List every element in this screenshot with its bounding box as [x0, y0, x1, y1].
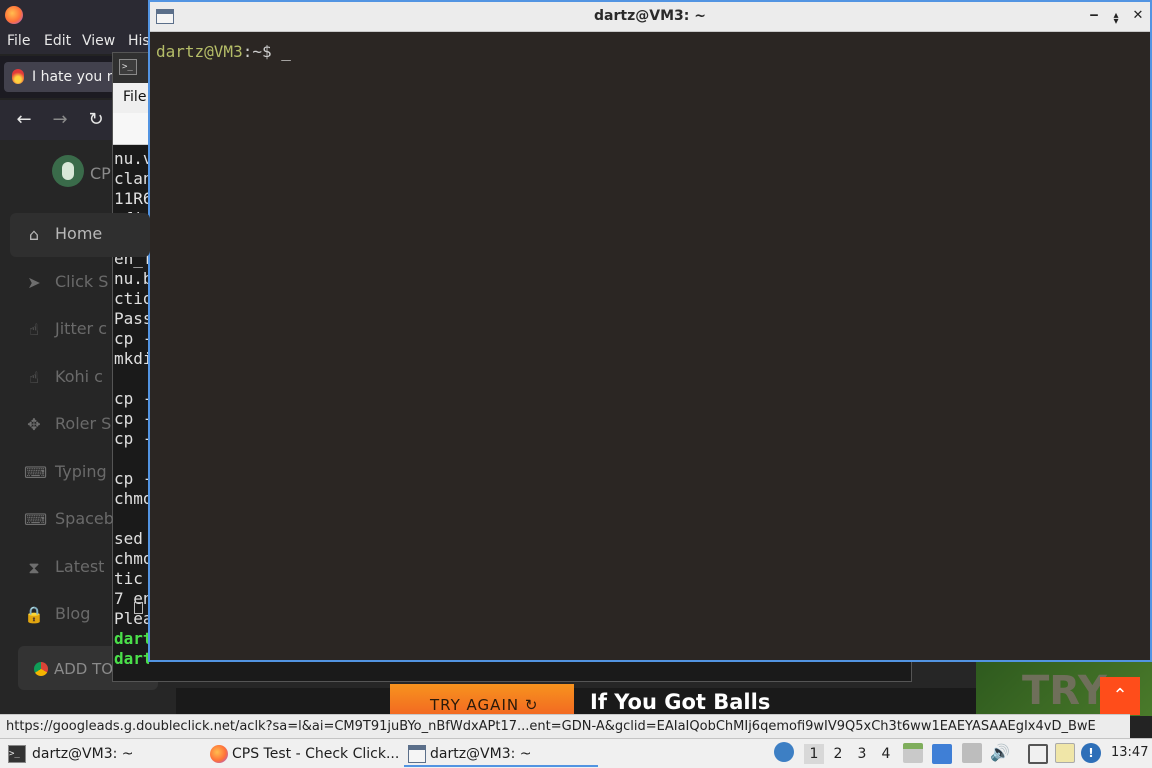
sidebar-item-label: Spaceb — [55, 509, 114, 528]
sidebar-item[interactable]: ⌨ Spaceb — [10, 498, 150, 542]
clock[interactable]: 13:47 — [1111, 745, 1148, 760]
ad-headline[interactable]: If You Got Balls — [590, 690, 770, 714]
sidebar-item[interactable]: ✥ Roler S — [10, 403, 150, 447]
clipboard-icon[interactable] — [1055, 743, 1075, 763]
site-name[interactable]: CP — [90, 164, 111, 183]
back-button[interactable]: ← — [12, 108, 36, 132]
hourglass-icon: ⧗ — [28, 557, 40, 577]
sidebar-item-label: Latest — [55, 556, 105, 576]
workspace-2[interactable]: 2 — [828, 744, 848, 764]
taskbar-item-firefox[interactable]: CPS Test - Check Click... — [206, 741, 400, 767]
minimize-icon[interactable]: ‒ — [1086, 8, 1102, 24]
ad-image-text: TRY — [1022, 668, 1107, 714]
reload-button[interactable]: ↻ — [84, 108, 108, 132]
sidebar-item-label: Kohi c — [55, 366, 103, 386]
sidebar-item-label: Click S — [55, 271, 109, 291]
sidebar-item[interactable]: ⧗ Latest — [10, 546, 150, 590]
try-again-label: TRY AGAIN ↻ — [430, 696, 539, 714]
chrome-icon — [34, 662, 48, 676]
prompt-user-host: dartz@VM3 — [156, 42, 243, 61]
add-to-chrome-label: ADD TO — [54, 660, 114, 678]
keyboard-icon: ⌨ — [24, 510, 48, 529]
scroll-to-top-button[interactable]: ⌃ — [1100, 677, 1140, 715]
sidebar-item[interactable]: ⌂ Home — [10, 213, 150, 257]
removable-drive-icon[interactable] — [962, 743, 982, 763]
network-icon[interactable] — [1028, 744, 1048, 764]
close-icon[interactable]: ✕ — [1130, 8, 1146, 24]
home-icon: ⌂ — [28, 225, 40, 244]
sidebar-item[interactable]: ➤ Click S — [10, 261, 150, 305]
menu-edit[interactable]: Edit — [44, 33, 71, 49]
update-notification-icon[interactable]: ! — [1081, 743, 1101, 763]
sidebar-item-label: Jitter c — [55, 319, 108, 338]
menu-file[interactable]: File — [7, 33, 30, 49]
workspace-1[interactable]: 1 — [804, 744, 824, 764]
hand-icon: ☝ — [29, 320, 39, 339]
terminal-line: clan — [114, 169, 150, 188]
terminal-body[interactable] — [150, 33, 1150, 660]
taskbar-item-label: dartz@VM3: ~ — [430, 746, 532, 762]
prompt-cursor: _ — [281, 42, 291, 61]
sidebar-item-label: Roler S — [55, 414, 112, 433]
firefox-icon — [210, 745, 228, 763]
file-manager-icon[interactable] — [903, 743, 923, 763]
sidebar-item-label: Blog — [55, 604, 91, 623]
taskbar-item-terminal[interactable]: >_ dartz@VM3: ~ — [4, 741, 194, 767]
menu-view[interactable]: View — [82, 33, 115, 49]
tab-favicon-icon — [12, 69, 24, 84]
window-title: dartz@VM3: ~ — [594, 8, 706, 24]
taskbar-item-label: CPS Test - Check Click... — [232, 746, 400, 762]
sidebar-item[interactable]: ⌨ Typing — [10, 451, 150, 495]
terminal-line: 11R6 — [114, 189, 150, 208]
terminal-line: nu.v — [114, 149, 150, 168]
active-terminal-window[interactable]: dartz@VM3: ~ ‒ ▴ ▾ ✕ dartz@VM3:~$ _ — [148, 0, 1152, 662]
terminal-window-icon — [408, 745, 426, 763]
prompt-separator: : — [242, 42, 253, 61]
terminal-line: dart — [114, 649, 150, 668]
hand-icon: ☝ — [29, 367, 39, 387]
sidebar-item[interactable]: 🔒 Blog — [10, 593, 150, 637]
show-desktop-icon[interactable] — [932, 744, 952, 764]
menu-history[interactable]: His — [128, 33, 150, 49]
taskbar-item-terminal-active[interactable]: dartz@VM3: ~ — [404, 741, 598, 767]
sidebar-item[interactable]: ☝ Kohi c — [10, 356, 150, 400]
workspace-3[interactable]: 3 — [852, 744, 872, 764]
sidebar-item-label: Home — [55, 224, 103, 243]
menu-file[interactable]: File — [123, 89, 146, 105]
taskbar-item-label: dartz@VM3: ~ — [32, 746, 134, 762]
forward-button[interactable]: → — [48, 108, 72, 132]
site-logo-icon[interactable] — [52, 155, 84, 187]
sidebar-item[interactable]: ☝ Jitter c — [10, 308, 150, 352]
cursor-icon: ➤ — [27, 272, 41, 292]
link-status-url: https://googleads.g.doubleclick.net/aclk… — [0, 714, 1130, 738]
crosshair-icon: ✥ — [27, 415, 41, 434]
firefox-icon — [5, 6, 23, 24]
terminal-titlebar[interactable]: dartz@VM3: ~ ‒ ▴ ▾ ✕ — [150, 2, 1150, 32]
network-manager-icon[interactable] — [774, 742, 794, 762]
workspace-4[interactable]: 4 — [876, 744, 896, 764]
volume-icon[interactable]: 🔊 — [990, 743, 1010, 763]
terminal-icon: >_ — [8, 745, 26, 763]
sidebar-item-label: Typing — [55, 461, 107, 481]
browser-tab-label: I hate you n — [32, 69, 116, 85]
restore-icon[interactable]: ▾ — [1108, 14, 1124, 30]
keyboard-icon: ⌨ — [24, 462, 48, 482]
terminal-icon: >_ — [119, 59, 137, 75]
shell-prompt[interactable]: dartz@VM3:~$ _ — [156, 42, 291, 61]
lock-icon: 🔒 — [24, 605, 44, 624]
prompt-path: ~$ — [252, 42, 282, 61]
